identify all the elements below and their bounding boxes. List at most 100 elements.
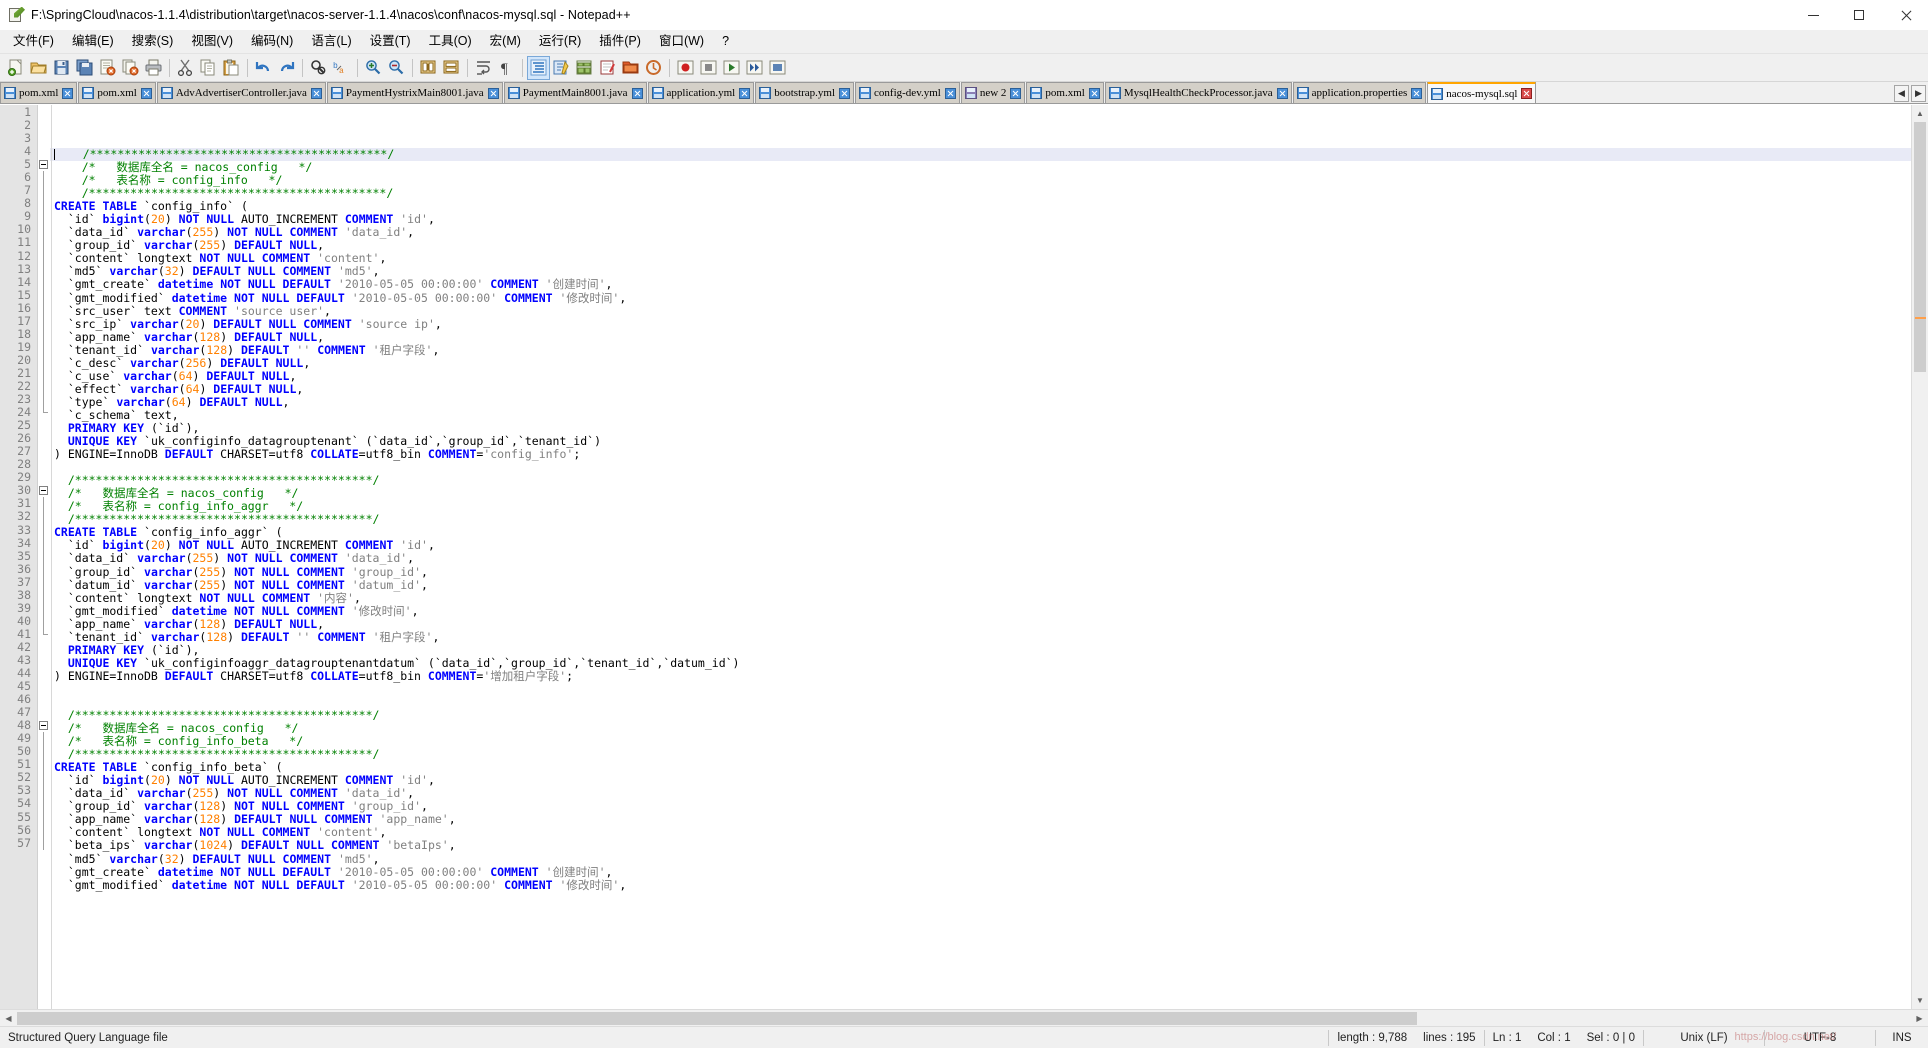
horizontal-scroll-track[interactable] <box>17 1010 1911 1027</box>
monitoring-icon[interactable] <box>643 57 664 79</box>
code-line[interactable]: /* 数据库全名 = nacos_config */ <box>50 722 1911 735</box>
vertical-scroll-thumb[interactable] <box>1914 122 1926 372</box>
code-line[interactable]: /***************************************… <box>50 474 1911 487</box>
code-line[interactable]: /***************************************… <box>50 748 1911 761</box>
code-line[interactable]: `src_ip` varchar(20) DEFAULT NULL COMMEN… <box>50 317 1911 331</box>
menu-encoding[interactable]: 编码(N) <box>242 32 302 51</box>
tab-close-icon[interactable] <box>1088 87 1100 99</box>
menu-macro[interactable]: 宏(M) <box>481 32 530 51</box>
editor-area[interactable]: 1 2 3 4 5 6 7 8 9 10 11 12 13 14 15 16 17 18 19 20 21 22 23 24 2… <box>0 104 1928 1009</box>
document-tab[interactable]: application.properties <box>1292 82 1427 103</box>
code-line[interactable]: `gmt_modified` datetime NOT NULL DEFAULT… <box>50 878 1911 892</box>
menu-language[interactable]: 语言(L) <box>302 32 360 51</box>
document-tab[interactable]: MysqlHealthCheckProcessor.java <box>1104 82 1292 103</box>
scroll-up-arrow-icon[interactable]: ▲ <box>1912 105 1928 122</box>
code-line[interactable]: /***************************************… <box>50 147 1911 162</box>
document-tab[interactable]: new 2 <box>960 82 1026 103</box>
code-line[interactable]: /* 数据库全名 = nacos_config */ <box>50 161 1911 174</box>
tab-close-icon[interactable] <box>1411 87 1423 99</box>
code-line[interactable]: /***************************************… <box>50 513 1911 526</box>
code-line[interactable]: /***************************************… <box>50 708 1911 722</box>
macro-stop-icon[interactable] <box>698 57 719 79</box>
code-line[interactable]: `effect` varchar(64) DEFAULT NULL, <box>50 382 1911 396</box>
close-button[interactable] <box>1882 0 1928 30</box>
tab-close-icon[interactable] <box>140 87 152 99</box>
menu-search[interactable]: 搜索(S) <box>123 32 183 51</box>
document-tab[interactable]: application.yml <box>647 82 755 103</box>
tab-close-icon[interactable] <box>1521 88 1533 99</box>
code-line[interactable]: `tenant_id` varchar(128) DEFAULT '' COMM… <box>50 343 1911 357</box>
tab-close-icon[interactable] <box>1276 87 1288 99</box>
sync-horizontal-scroll-icon[interactable] <box>441 57 462 79</box>
menu-help[interactable]: ? <box>713 32 738 51</box>
tab-close-icon[interactable] <box>739 87 751 99</box>
code-line[interactable]: `data_id` varchar(255) NOT NULL COMMENT … <box>50 226 1911 239</box>
macro-record-icon[interactable] <box>675 57 696 79</box>
code-line[interactable]: `type` varchar(64) DEFAULT NULL, <box>50 395 1911 409</box>
horizontal-scroll-thumb[interactable] <box>17 1011 1417 1025</box>
tab-close-icon[interactable] <box>631 87 643 99</box>
maximize-button[interactable] <box>1836 0 1882 30</box>
vertical-scroll-track[interactable] <box>1912 122 1928 992</box>
menu-file[interactable]: 文件(F) <box>4 32 63 51</box>
code-line[interactable]: `tenant_id` varchar(128) DEFAULT '' COMM… <box>50 630 1911 644</box>
save-all-icon[interactable] <box>74 57 95 79</box>
horizontal-scrollbar[interactable]: ◀ ▶ <box>0 1009 1928 1026</box>
user-defined-language-icon[interactable] <box>551 57 572 79</box>
code-line[interactable]: ) ENGINE=InnoDB DEFAULT CHARSET=utf8 COL… <box>50 448 1911 461</box>
zoom-in-icon[interactable] <box>363 57 384 79</box>
tab-close-icon[interactable] <box>487 87 499 99</box>
tab-close-icon[interactable] <box>310 87 322 99</box>
menu-window[interactable]: 窗口(W) <box>650 32 713 51</box>
tab-scroll-right-icon[interactable]: ▶ <box>1911 84 1926 102</box>
document-tab[interactable]: nacos-mysql.sql <box>1427 82 1537 103</box>
code-line[interactable]: `c_desc` varchar(256) DEFAULT NULL, <box>50 356 1911 370</box>
document-tab[interactable]: bootstrap.yml <box>755 82 855 103</box>
scroll-down-arrow-icon[interactable]: ▼ <box>1912 992 1928 1009</box>
code-line[interactable]: `c_schema` text, <box>50 408 1911 422</box>
macro-playback-icon[interactable] <box>721 57 742 79</box>
menu-view[interactable]: 视图(V) <box>182 32 242 51</box>
macro-save-icon[interactable] <box>767 57 788 79</box>
code-content[interactable]: /***************************************… <box>50 105 1911 1009</box>
undo-icon[interactable] <box>253 57 274 79</box>
sync-vertical-scroll-icon[interactable] <box>418 57 439 79</box>
code-line[interactable] <box>50 683 1911 696</box>
replace-icon[interactable]: ba <box>331 57 352 79</box>
tab-close-icon[interactable] <box>62 87 74 99</box>
close-all-icon[interactable] <box>120 57 141 79</box>
print-icon[interactable] <box>143 57 164 79</box>
document-tab[interactable]: pom.xml <box>78 82 156 103</box>
document-tab[interactable]: AdvAdvertiserController.java <box>156 82 326 103</box>
paste-icon[interactable] <box>221 57 242 79</box>
folder-as-workspace-icon[interactable] <box>620 57 641 79</box>
close-file-icon[interactable] <box>97 57 118 79</box>
fold-marker[interactable] <box>38 484 50 497</box>
macro-run-multiple-icon[interactable] <box>744 57 765 79</box>
fold-marker[interactable] <box>38 158 50 171</box>
scroll-right-arrow-icon[interactable]: ▶ <box>1911 1010 1928 1027</box>
tab-close-icon[interactable] <box>1010 87 1022 99</box>
find-icon[interactable] <box>308 57 329 79</box>
scroll-left-arrow-icon[interactable]: ◀ <box>0 1010 17 1027</box>
tab-close-icon[interactable] <box>944 87 956 99</box>
code-folding-margin[interactable] <box>38 105 50 1009</box>
document-map-icon[interactable] <box>574 57 595 79</box>
copy-icon[interactable] <box>198 57 219 79</box>
code-line[interactable]: `c_use` varchar(64) DEFAULT NULL, <box>50 369 1911 383</box>
code-line[interactable]: /* 数据库全名 = nacos_config */ <box>50 487 1911 500</box>
show-all-characters-icon[interactable]: ¶ <box>496 57 517 79</box>
save-icon[interactable] <box>51 57 72 79</box>
menu-plugins[interactable]: 插件(P) <box>590 32 650 51</box>
vertical-scrollbar[interactable]: ▲ ▼ <box>1911 105 1928 1009</box>
open-file-icon[interactable] <box>28 57 49 79</box>
minimize-button[interactable] <box>1790 0 1836 30</box>
menu-tools[interactable]: 工具(O) <box>420 32 481 51</box>
fold-marker[interactable] <box>38 719 50 732</box>
document-tab[interactable]: pom.xml <box>1026 82 1104 103</box>
word-wrap-icon[interactable] <box>473 57 494 79</box>
redo-icon[interactable] <box>276 57 297 79</box>
document-tab[interactable]: PaymentHystrixMain8001.java <box>326 82 503 103</box>
indent-guide-icon[interactable] <box>527 55 550 80</box>
document-tab[interactable]: config-dev.yml <box>855 82 960 103</box>
